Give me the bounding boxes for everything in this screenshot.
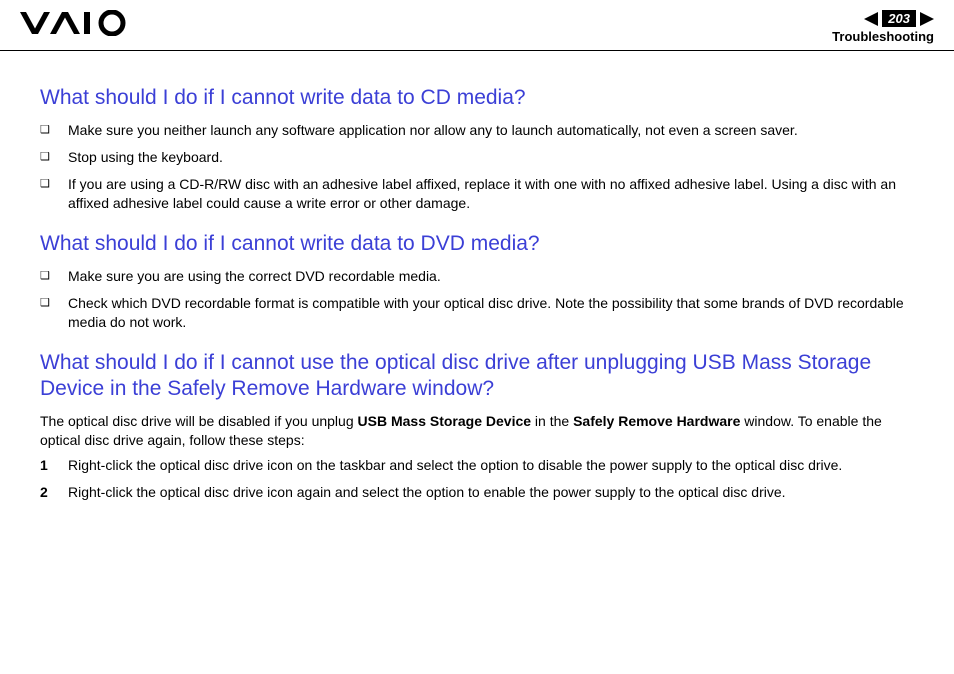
page-nav: 203 — [832, 10, 934, 27]
list-item: ❑ Make sure you are using the correct DV… — [40, 267, 914, 286]
step-number: 1 — [40, 456, 54, 475]
intro-paragraph: The optical disc drive will be disabled … — [40, 412, 914, 450]
square-bullet-icon: ❑ — [40, 175, 54, 213]
heading-dvd: What should I do if I cannot write data … — [40, 231, 914, 257]
list-item: ❑ Stop using the keyboard. — [40, 148, 914, 167]
list-item-text: Make sure you are using the correct DVD … — [68, 267, 914, 286]
step-number: 2 — [40, 483, 54, 502]
page-number: 203 — [882, 10, 916, 27]
header-right: 203 Troubleshooting — [832, 10, 934, 44]
list-item: ❑ Check which DVD recordable format is c… — [40, 294, 914, 332]
list-item-text: Check which DVD recordable format is com… — [68, 294, 914, 332]
page-content: What should I do if I cannot write data … — [0, 51, 954, 530]
list-item-text: Right-click the optical disc drive icon … — [68, 483, 914, 502]
next-page-arrow-icon[interactable] — [920, 12, 934, 26]
vaio-logo — [20, 10, 130, 36]
list-item-text: Stop using the keyboard. — [68, 148, 914, 167]
text: in the — [531, 413, 573, 429]
list-item-text: Make sure you neither launch any softwar… — [68, 121, 914, 140]
square-bullet-icon: ❑ — [40, 267, 54, 286]
steps-list: 1 Right-click the optical disc drive ico… — [40, 456, 914, 502]
heading-cd: What should I do if I cannot write data … — [40, 85, 914, 111]
list-item-text: If you are using a CD-R/RW disc with an … — [68, 175, 914, 213]
dvd-bullet-list: ❑ Make sure you are using the correct DV… — [40, 267, 914, 332]
list-item: 2 Right-click the optical disc drive ico… — [40, 483, 914, 502]
list-item: ❑ Make sure you neither launch any softw… — [40, 121, 914, 140]
list-item: 1 Right-click the optical disc drive ico… — [40, 456, 914, 475]
cd-bullet-list: ❑ Make sure you neither launch any softw… — [40, 121, 914, 213]
list-item: ❑ If you are using a CD-R/RW disc with a… — [40, 175, 914, 213]
square-bullet-icon: ❑ — [40, 294, 54, 332]
prev-page-arrow-icon[interactable] — [864, 12, 878, 26]
square-bullet-icon: ❑ — [40, 121, 54, 140]
list-item-text: Right-click the optical disc drive icon … — [68, 456, 914, 475]
heading-optical: What should I do if I cannot use the opt… — [40, 350, 914, 403]
square-bullet-icon: ❑ — [40, 148, 54, 167]
section-label: Troubleshooting — [832, 29, 934, 44]
bold-text: USB Mass Storage Device — [358, 413, 532, 429]
bold-text: Safely Remove Hardware — [573, 413, 740, 429]
text: The optical disc drive will be disabled … — [40, 413, 358, 429]
page-header: 203 Troubleshooting — [0, 0, 954, 51]
